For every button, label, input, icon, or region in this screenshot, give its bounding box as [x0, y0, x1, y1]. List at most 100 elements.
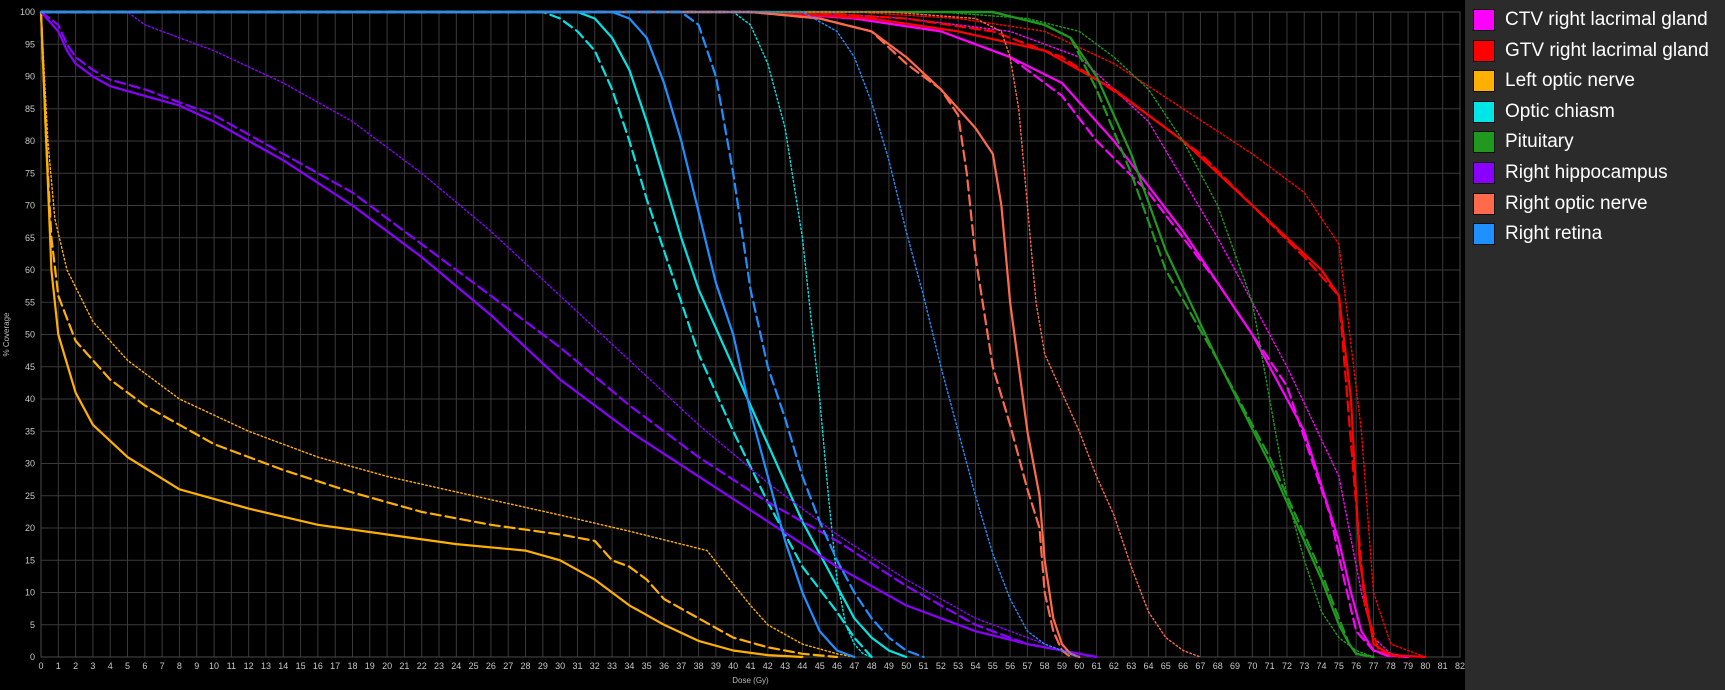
x-tick-label: 1: [56, 661, 61, 671]
y-tick-label: 50: [25, 330, 35, 340]
x-tick-label: 62: [1109, 661, 1119, 671]
x-tick-label: 25: [469, 661, 479, 671]
legend-swatch: [1473, 192, 1495, 215]
y-tick-label: 40: [25, 394, 35, 404]
x-tick-label: 26: [486, 661, 496, 671]
x-tick-label: 79: [1403, 661, 1413, 671]
y-tick-label: 60: [25, 265, 35, 275]
legend-swatch: [1473, 70, 1495, 93]
x-axis-label: Dose (Gy): [732, 676, 769, 685]
x-tick-label: 63: [1126, 661, 1136, 671]
x-tick-label: 71: [1265, 661, 1275, 671]
x-tick-label: 14: [278, 661, 288, 671]
x-tick-label: 51: [919, 661, 929, 671]
x-tick-label: 23: [434, 661, 444, 671]
y-tick-label: 0: [30, 652, 35, 662]
y-tick-label: 45: [25, 362, 35, 372]
x-tick-label: 8: [177, 661, 182, 671]
x-tick-label: 55: [988, 661, 998, 671]
y-tick-label: 20: [25, 523, 35, 533]
x-tick-label: 41: [745, 661, 755, 671]
x-tick-label: 66: [1178, 661, 1188, 671]
x-tick-label: 18: [347, 661, 357, 671]
x-tick-label: 3: [90, 661, 95, 671]
x-tick-label: 48: [867, 661, 877, 671]
legend-swatch: [1473, 223, 1495, 246]
x-tick-label: 57: [1022, 661, 1032, 671]
legend: CTV right lacrimal gland GTV right lacrim…: [1465, 0, 1725, 690]
legend-swatch: [1473, 131, 1495, 154]
x-tick-label: 40: [728, 661, 738, 671]
x-tick-label: 68: [1213, 661, 1223, 671]
dvh-chart: 0 1 2 3 4 5 6 7 8 9 10 11 12 13 14 15 16 17 18 19 20 21 22 23 24…: [0, 0, 1725, 690]
x-tick-label: 54: [970, 661, 980, 671]
x-axis-ticks: 0 1 2 3 4 5 6 7 8 9 10 11 12 13 14 15 16 17 18 19 20 21 22 23 24…: [38, 661, 1465, 671]
x-tick-label: 28: [521, 661, 531, 671]
legend-label: Right hippocampus: [1505, 162, 1668, 183]
x-tick-label: 81: [1438, 661, 1448, 671]
x-tick-label: 19: [365, 661, 375, 671]
x-tick-label: 49: [884, 661, 894, 671]
x-tick-label: 61: [1092, 661, 1102, 671]
x-tick-label: 10: [209, 661, 219, 671]
x-tick-label: 58: [1040, 661, 1050, 671]
x-tick-label: 80: [1420, 661, 1430, 671]
x-tick-label: 0: [38, 661, 43, 671]
x-tick-label: 44: [797, 661, 807, 671]
x-tick-label: 4: [108, 661, 113, 671]
x-tick-label: 69: [1230, 661, 1240, 671]
x-tick-label: 70: [1247, 661, 1257, 671]
legend-swatch: [1473, 162, 1495, 184]
legend-label: GTV right lacrimal gland: [1505, 39, 1709, 61]
grid: [40, 11, 1461, 658]
x-tick-label: 27: [503, 661, 513, 671]
x-tick-label: 50: [901, 661, 911, 671]
plot-background: [0, 0, 1465, 690]
x-tick-label: 46: [832, 661, 842, 671]
legend-label: CTV right lacrimal gland: [1505, 9, 1708, 30]
legend-item: Optic chiasm: [1473, 99, 1615, 125]
legend-item: Right hippocampus: [1473, 160, 1668, 186]
x-tick-label: 36: [659, 661, 669, 671]
y-tick-label: 85: [25, 104, 35, 114]
x-tick-label: 21: [399, 661, 409, 671]
x-tick-label: 67: [1195, 661, 1205, 671]
x-tick-label: 78: [1386, 661, 1396, 671]
x-tick-label: 56: [1005, 661, 1015, 671]
x-tick-label: 76: [1351, 661, 1361, 671]
x-tick-label: 72: [1282, 661, 1292, 671]
x-tick-label: 11: [227, 661, 236, 671]
x-tick-label: 2: [73, 661, 78, 671]
legend-swatch: [1473, 100, 1495, 123]
x-tick-label: 15: [296, 661, 306, 671]
x-tick-label: 24: [451, 661, 461, 671]
x-tick-label: 43: [780, 661, 790, 671]
y-tick-label: 65: [25, 233, 35, 243]
y-tick-label: 10: [25, 588, 35, 598]
x-tick-label: 7: [160, 661, 165, 671]
x-tick-label: 33: [607, 661, 617, 671]
x-tick-label: 32: [590, 661, 600, 671]
x-tick-label: 53: [953, 661, 963, 671]
x-tick-label: 16: [313, 661, 323, 671]
x-tick-label: 74: [1317, 661, 1327, 671]
x-tick-label: 17: [330, 661, 340, 671]
x-tick-label: 13: [261, 661, 271, 671]
x-tick-label: 38: [694, 661, 704, 671]
x-tick-label: 65: [1161, 661, 1171, 671]
legend-item: GTV right lacrimal gland: [1473, 38, 1709, 64]
x-tick-label: 20: [382, 661, 392, 671]
y-tick-label: 70: [25, 201, 35, 211]
x-tick-label: 75: [1334, 661, 1344, 671]
x-tick-label: 39: [711, 661, 721, 671]
y-tick-label: 95: [25, 39, 35, 49]
x-tick-label: 31: [572, 661, 582, 671]
y-tick-label: 35: [25, 426, 35, 436]
x-tick-label: 29: [538, 661, 548, 671]
y-tick-label: 15: [25, 555, 35, 565]
legend-item: Right optic nerve: [1473, 191, 1648, 217]
x-tick-label: 73: [1299, 661, 1309, 671]
y-axis-label: % Coverage: [2, 312, 11, 357]
x-tick-label: 77: [1368, 661, 1378, 671]
legend-item: CTV right lacrimal gland: [1473, 7, 1708, 33]
